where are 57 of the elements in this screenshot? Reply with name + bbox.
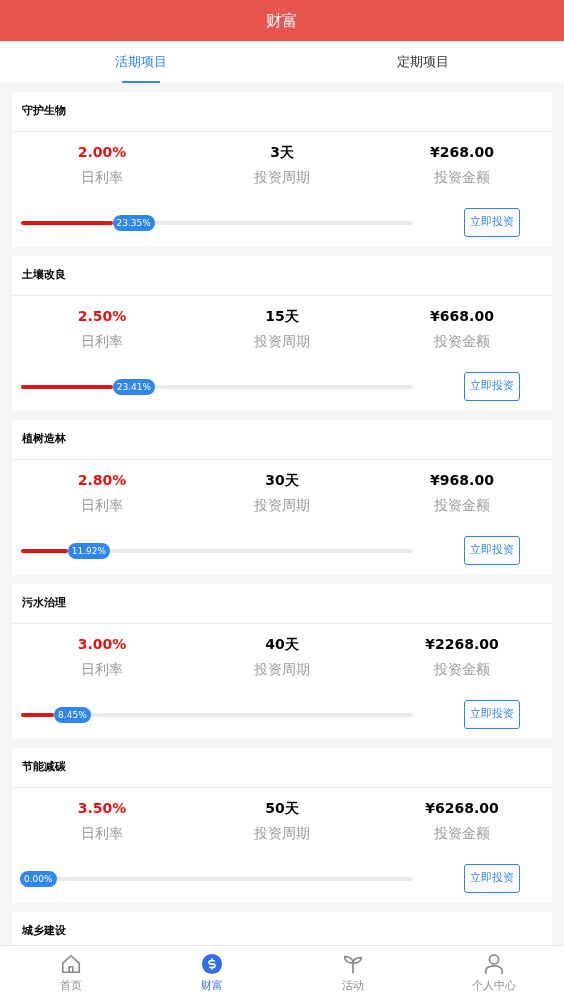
amount-label: 投资金额 (434, 332, 490, 351)
progress-tooltip: 23.35% (112, 214, 155, 231)
amount-label: 投资金额 (434, 496, 490, 515)
amount-value: ¥268.00 (430, 143, 494, 162)
rate-value: 3.00% (77, 635, 127, 654)
rate-label: 日利率 (81, 824, 123, 843)
project-title: 节能减碳 (22, 759, 66, 776)
rate-value: 2.80% (77, 471, 127, 490)
progress-tooltip: 23.41% (112, 378, 156, 395)
period-value: 50天 (265, 799, 299, 818)
rate-value: 2.00% (77, 143, 127, 162)
rate-value: 2.50% (77, 307, 127, 326)
period-label: 投资周期 (254, 660, 310, 679)
project-title: 城乡建设 (22, 923, 66, 940)
amount-value: ¥2268.00 (425, 635, 499, 654)
period-label: 投资周期 (254, 332, 310, 351)
period-value: 3天 (270, 143, 294, 162)
rate-label: 日利率 (81, 332, 123, 351)
amount-value: ¥6268.00 (425, 799, 499, 818)
amount-label: 投资金额 (434, 168, 490, 187)
progress-tooltip: 11.92% (67, 542, 111, 559)
dollar-icon (200, 953, 223, 976)
project-title: 土壤改良 (22, 267, 66, 284)
project-title: 守护生物 (22, 103, 66, 120)
invest-button[interactable]: 立即投资 (464, 372, 520, 401)
period-value: 40天 (265, 635, 299, 654)
amount-value: ¥968.00 (430, 471, 494, 490)
invest-button[interactable]: 立即投资 (464, 536, 520, 565)
sprout-icon (341, 953, 364, 976)
project-title: 植树造林 (22, 431, 66, 448)
nav-tab[interactable]: 财富 (141, 946, 282, 1002)
user-icon (482, 953, 505, 976)
rate-value: 3.50% (77, 799, 127, 818)
period-value: 30天 (265, 471, 299, 490)
nav-tab[interactable]: 活动 (282, 946, 423, 1002)
invest-button[interactable]: 立即投资 (464, 208, 520, 237)
period-label: 投资周期 (254, 496, 310, 515)
amount-value: ¥668.00 (430, 307, 494, 326)
nav-tab[interactable]: 首页 (0, 946, 141, 1002)
progress-tooltip: 0.00% (20, 870, 57, 887)
progress-tooltip: 8.45% (54, 706, 91, 723)
tab[interactable]: 活期项目 (0, 41, 282, 83)
rate-label: 日利率 (81, 168, 123, 187)
rate-label: 日利率 (81, 660, 123, 679)
tab[interactable]: 定期项目 (282, 41, 564, 83)
amount-label: 投资金额 (434, 824, 490, 843)
page-title: 财富 (266, 9, 298, 32)
amount-label: 投资金额 (434, 660, 490, 679)
period-label: 投资周期 (254, 824, 310, 843)
rate-label: 日利率 (81, 496, 123, 515)
invest-button[interactable]: 立即投资 (464, 864, 520, 893)
period-value: 15天 (265, 307, 299, 326)
period-label: 投资周期 (254, 168, 310, 187)
invest-button[interactable]: 立即投资 (464, 700, 520, 729)
project-title: 污水治理 (22, 595, 66, 612)
nav-tab[interactable]: 个人中心 (423, 946, 564, 1002)
home-icon (59, 953, 82, 976)
